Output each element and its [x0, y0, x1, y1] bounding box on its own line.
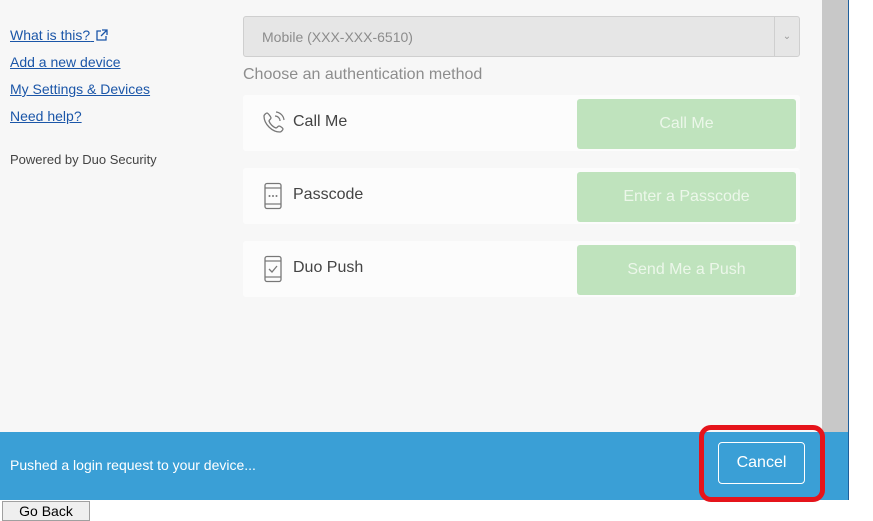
- passcode-device-icon: [260, 182, 286, 210]
- enter-passcode-button[interactable]: Enter a Passcode: [577, 172, 796, 222]
- external-link-icon: [96, 29, 108, 41]
- device-select-value: Mobile (XXX-XXX-6510): [262, 28, 413, 45]
- what-is-this-link[interactable]: What is this?: [10, 27, 108, 43]
- method-row-call: Call Me Call Me: [243, 95, 800, 151]
- send-push-button[interactable]: Send Me a Push: [577, 245, 796, 295]
- cancel-button[interactable]: Cancel: [718, 442, 805, 484]
- auth-method-heading: Choose an authentication method: [243, 66, 483, 83]
- frame-border: [848, 0, 849, 500]
- chevron-down-icon[interactable]: ⌄: [774, 17, 799, 56]
- status-message: Pushed a login request to your device...: [10, 457, 256, 473]
- add-device-link[interactable]: Add a new device: [10, 54, 121, 70]
- powered-by-text: Powered by Duo Security: [10, 152, 157, 167]
- duo-auth-frame: What is this? Add a new device My Settin…: [0, 0, 822, 500]
- device-select[interactable]: Mobile (XXX-XXX-6510) ⌄: [243, 16, 800, 57]
- call-me-button[interactable]: Call Me: [577, 99, 796, 149]
- push-device-icon: [260, 255, 286, 283]
- method-row-push: Duo Push Send Me a Push: [243, 241, 800, 297]
- settings-devices-link[interactable]: My Settings & Devices: [10, 81, 150, 97]
- vertical-scrollbar[interactable]: [822, 0, 848, 432]
- need-help-link[interactable]: Need help?: [10, 108, 82, 124]
- phone-icon: [260, 110, 286, 136]
- method-row-passcode: Passcode Enter a Passcode: [243, 168, 800, 224]
- method-label-passcode: Passcode: [293, 186, 364, 203]
- method-label-push: Duo Push: [293, 259, 364, 276]
- go-back-button[interactable]: Go Back: [2, 501, 90, 521]
- method-label-call: Call Me: [293, 113, 348, 130]
